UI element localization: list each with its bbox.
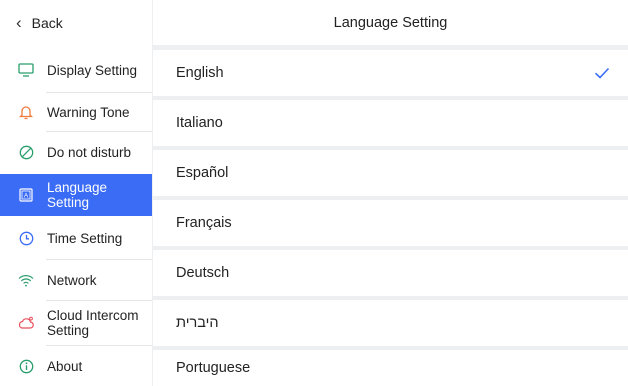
sidebar-item-network[interactable]: Network <box>0 260 152 300</box>
back-label: Back <box>31 14 63 31</box>
language-label: Deutsch <box>176 265 230 281</box>
sidebar-item-cloud-intercom-setting[interactable]: Cloud Intercom Setting <box>0 301 152 345</box>
language-option-portuguese[interactable]: Portuguese <box>153 350 628 386</box>
sidebar-item-label: Time Setting <box>47 230 123 246</box>
sidebar: ‹ Back Display Setting Warning Tone Do n… <box>0 0 152 386</box>
sidebar-item-time-setting[interactable]: Time Setting <box>0 217 152 259</box>
language-option-espanol[interactable]: Español <box>153 150 628 196</box>
sidebar-item-label: Cloud Intercom Setting <box>47 308 139 338</box>
sidebar-item-do-not-disturb[interactable]: Do not disturb <box>0 132 152 173</box>
language-label: English <box>176 65 224 81</box>
language-label: Portuguese <box>176 360 251 376</box>
language-icon: A <box>18 187 34 203</box>
language-option-deutsch[interactable]: Deutsch <box>153 250 628 296</box>
sidebar-item-warning-tone[interactable]: Warning Tone <box>0 93 152 131</box>
back-button[interactable]: ‹ Back <box>0 0 152 45</box>
sidebar-item-label: Do not disturb <box>47 145 132 160</box>
page-title-text: Language Setting <box>333 14 448 31</box>
sidebar-item-about[interactable]: About <box>0 346 152 386</box>
language-label: Français <box>176 215 232 231</box>
language-option-english[interactable]: English <box>153 50 628 96</box>
sidebar-item-label: Language Setting <box>47 180 108 210</box>
language-option-italiano[interactable]: Italiano <box>153 100 628 146</box>
language-option-francais[interactable]: Français <box>153 200 628 246</box>
info-icon <box>18 358 34 374</box>
svg-text:A: A <box>24 193 29 200</box>
sidebar-item-label: Network <box>47 272 97 288</box>
checkmark-icon <box>594 67 610 79</box>
wifi-icon <box>18 272 34 288</box>
cloud-icon <box>18 315 34 331</box>
language-option-hebrew[interactable]: היברית <box>153 300 628 346</box>
bell-icon <box>18 104 34 120</box>
chevron-left-icon: ‹ <box>16 13 22 32</box>
language-label: Italiano <box>176 115 223 131</box>
page-title: Language Setting <box>153 0 628 45</box>
language-label: היברית <box>176 315 219 331</box>
clock-icon <box>18 230 34 246</box>
language-label: Español <box>176 165 229 181</box>
sidebar-item-language-setting[interactable]: A Language Setting <box>0 174 152 216</box>
sidebar-item-label: About <box>47 358 83 374</box>
sidebar-item-label: Warning Tone <box>47 104 130 120</box>
do-not-disturb-icon <box>18 145 34 161</box>
sidebar-item-display-setting[interactable]: Display Setting <box>0 48 152 92</box>
monitor-icon <box>18 62 34 78</box>
sidebar-item-label: Display Setting <box>47 62 138 78</box>
